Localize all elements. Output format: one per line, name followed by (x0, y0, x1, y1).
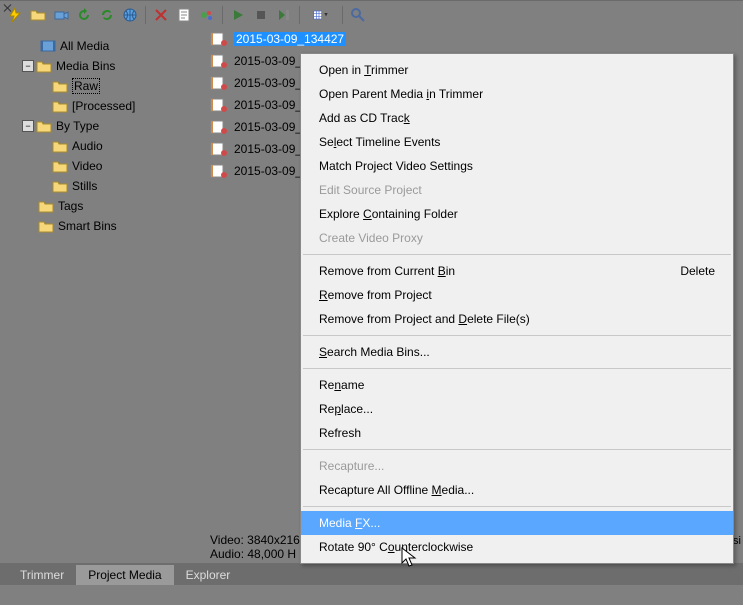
menu-separator (303, 506, 731, 507)
folder-icon (52, 79, 68, 93)
tab-project-media[interactable]: Project Media (76, 565, 173, 585)
folder-icon (52, 99, 68, 113)
delete-icon[interactable] (150, 4, 172, 26)
tree-label: Smart Bins (58, 219, 117, 233)
folder-icon (36, 59, 52, 73)
refresh-icon[interactable] (73, 4, 95, 26)
panel-close-button[interactable] (3, 3, 13, 13)
tree-label: Audio (72, 139, 103, 153)
tree-raw[interactable]: Raw (0, 76, 200, 96)
toolbar-separator (145, 6, 146, 24)
menu-explore-folder[interactable]: Explore Containing Folder (301, 202, 733, 226)
tree-processed[interactable]: [Processed] (0, 96, 200, 116)
menu-separator (303, 449, 731, 450)
tree-smart-bins[interactable]: Smart Bins (0, 216, 200, 236)
tree-audio[interactable]: Audio (0, 136, 200, 156)
clip-icon (210, 162, 228, 180)
clip-icon (210, 118, 228, 136)
status-bar: Video: 3840x216 Audio: 48,000 H (210, 533, 300, 561)
media-item-label: 2015-03-09_ (234, 142, 302, 156)
media-item-label: 2015-03-09_ (234, 98, 302, 112)
stop-icon[interactable] (250, 4, 272, 26)
menu-select-timeline[interactable]: Select Timeline Events (301, 130, 733, 154)
toolbar-separator (222, 6, 223, 24)
menu-rename[interactable]: Rename (301, 373, 733, 397)
folder-icon (38, 219, 54, 233)
folder-icon (52, 159, 68, 173)
properties-icon[interactable] (173, 4, 195, 26)
tree-tags[interactable]: Tags (0, 196, 200, 216)
menu-search-bins[interactable]: Search Media Bins... (301, 340, 733, 364)
menu-separator (303, 368, 731, 369)
tab-explorer[interactable]: Explorer (174, 565, 243, 585)
collapse-icon[interactable]: − (22, 60, 34, 72)
menu-open-parent[interactable]: Open Parent Media in Trimmer (301, 82, 733, 106)
context-menu: Open in Trimmer Open Parent Media in Tri… (300, 53, 734, 564)
menu-separator (303, 254, 731, 255)
media-item-label: 2015-03-09_134427 (234, 32, 346, 46)
tree-video[interactable]: Video (0, 156, 200, 176)
menu-rotate-ccw[interactable]: Rotate 90° Counterclockwise (301, 535, 733, 559)
tree-label: Stills (72, 179, 97, 193)
clip-icon (210, 74, 228, 92)
auto-preview-icon[interactable] (273, 4, 295, 26)
recycle-icon[interactable] (96, 4, 118, 26)
folder-icon (36, 119, 52, 133)
toolbar (0, 0, 743, 28)
tree-label: Tags (58, 199, 83, 213)
folder-icon (52, 139, 68, 153)
folder-icon (38, 199, 54, 213)
bottom-tabs: Trimmer Project Media Explorer (0, 563, 743, 585)
tree-label: All Media (60, 39, 109, 53)
menu-remove-delete[interactable]: Remove from Project and Delete File(s) (301, 307, 733, 331)
tree-by-type[interactable]: − By Type (0, 116, 200, 136)
globe-icon[interactable] (119, 4, 141, 26)
tab-trimmer[interactable]: Trimmer (8, 565, 76, 585)
menu-match-settings[interactable]: Match Project Video Settings (301, 154, 733, 178)
tree-label: Video (72, 159, 102, 173)
tree-media-bins[interactable]: − Media Bins (0, 56, 200, 76)
search-icon[interactable] (347, 4, 369, 26)
views-icon[interactable] (304, 4, 338, 26)
media-item[interactable]: 2015-03-09_134427 (204, 28, 743, 50)
menu-media-fx[interactable]: Media FX... (301, 511, 733, 535)
folder-icon (52, 179, 68, 193)
menu-recapture: Recapture... (301, 454, 733, 478)
play-icon[interactable] (227, 4, 249, 26)
media-item-label: 2015-03-09_ (234, 120, 302, 134)
media-icon (40, 39, 56, 53)
tree-label: Raw (72, 78, 100, 94)
media-item-label: 2015-03-09_ (234, 54, 302, 68)
menu-remove-bin[interactable]: Remove from Current BinDelete (301, 259, 733, 283)
clip-icon (210, 140, 228, 158)
clip-icon (210, 52, 228, 70)
menu-recapture-all[interactable]: Recapture All Offline Media... (301, 478, 733, 502)
menu-edit-source: Edit Source Project (301, 178, 733, 202)
clip-icon (210, 96, 228, 114)
status-video: Video: 3840x216 (210, 533, 300, 547)
menu-remove-project[interactable]: Remove from Project (301, 283, 733, 307)
collapse-icon[interactable]: − (22, 120, 34, 132)
camera-icon[interactable] (50, 4, 72, 26)
tree-label: [Processed] (72, 99, 135, 113)
menu-separator (303, 335, 731, 336)
toolbar-separator (342, 6, 343, 24)
toolbar-separator (299, 6, 300, 24)
fx-icon[interactable] (196, 4, 218, 26)
menu-replace[interactable]: Replace... (301, 397, 733, 421)
status-audio: Audio: 48,000 H (210, 547, 300, 561)
menu-refresh[interactable]: Refresh (301, 421, 733, 445)
tree-all-media[interactable]: All Media (0, 36, 200, 56)
tree-label: By Type (56, 119, 99, 133)
media-item-label: 2015-03-09_ (234, 164, 302, 178)
media-item-label: 2015-03-09_ (234, 76, 302, 90)
tree-panel: All Media − Media Bins Raw [Processed] −… (0, 28, 200, 563)
menu-create-proxy: Create Video Proxy (301, 226, 733, 250)
tree-stills[interactable]: Stills (0, 176, 200, 196)
open-folder-icon[interactable] (27, 4, 49, 26)
menu-open-trimmer[interactable]: Open in Trimmer (301, 58, 733, 82)
tree-label: Media Bins (56, 59, 115, 73)
menu-add-cd-track[interactable]: Add as CD Track (301, 106, 733, 130)
clip-icon (210, 30, 228, 48)
